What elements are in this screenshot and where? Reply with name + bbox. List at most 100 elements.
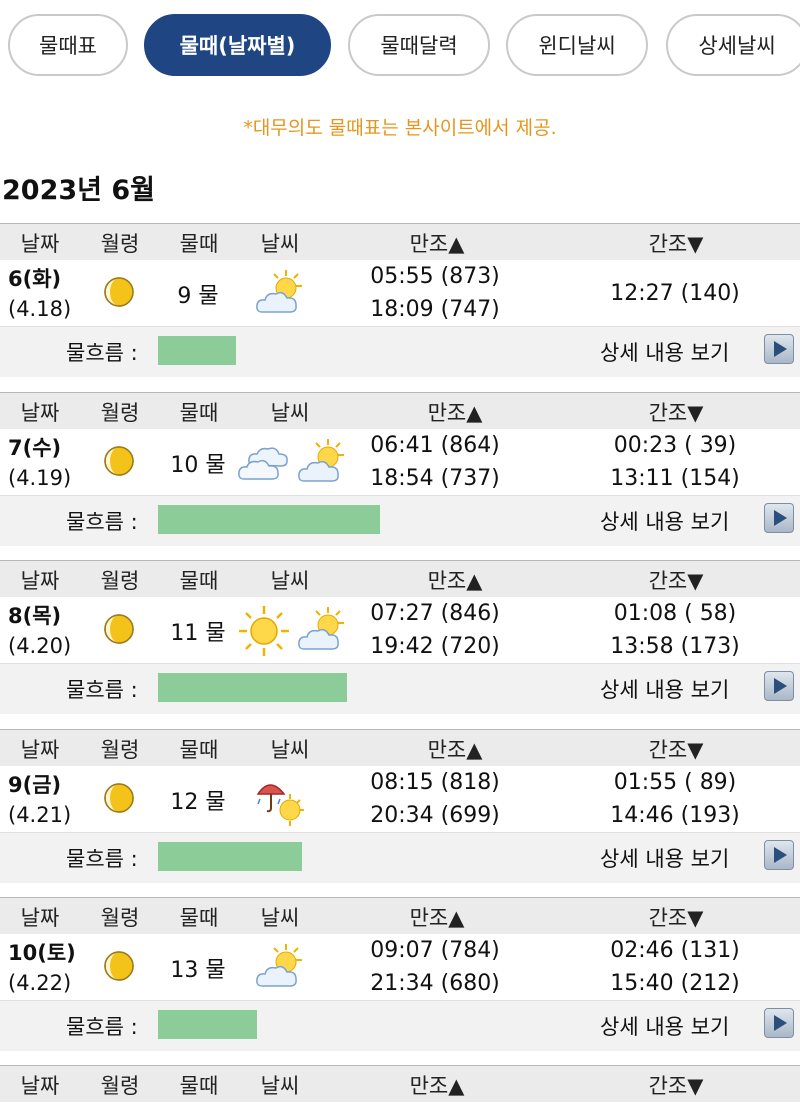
header-low: 간조▼ [649,397,704,427]
table-header: 날짜 월령 물때 날씨 만조▲ 간조▼ [0,561,800,597]
flow-bar [158,673,347,702]
flow-row: 물흐름 : 상세 내용 보기 [0,326,800,377]
low-tide-time: 01:08 ( 58) [613,601,737,626]
lunar-date: (4.19) [8,466,72,490]
high-tide-cell: 08:15 (818) 20:34 (699) [360,766,510,832]
low-tide-time: 01:55 ( 89) [613,770,737,795]
date-cell: 6(화) (4.18) [8,264,71,324]
header-low: 간조▼ [649,228,704,258]
header-low: 간조▼ [649,734,704,764]
moon-phase-icon [103,613,135,645]
table-row: 8(목) (4.20) 11 물 07:27 (846) 19:42 (720) … [0,597,800,663]
low-tide-cell: 01:55 ( 89) 14:46 (193) [600,766,750,832]
rain-sun-icon [252,772,308,832]
header-tide: 물때 [179,906,219,930]
header-weather: 날씨 [260,1074,300,1098]
detail-link[interactable]: 상세 내용 보기 [600,1011,729,1041]
high-tide-time: 06:41 (864) [370,433,500,458]
play-arrow-icon[interactable] [764,334,794,364]
header-high: 만조▲ [410,228,465,258]
date-cell: 10(토) (4.22) [8,938,76,998]
low-tide-time: 12:27 (140) [610,281,740,306]
header-low: 간조▼ [649,1070,704,1100]
header-tide: 물때 [179,569,219,593]
tab-tide-by-date[interactable]: 물때(날짜별) [144,14,331,76]
header-high-label: 만조 [409,232,449,256]
detail-link[interactable]: 상세 내용 보기 [600,506,729,536]
low-tide-time: 02:46 (131) [610,938,740,963]
play-arrow-icon[interactable] [764,671,794,701]
tab-windy-weather[interactable]: 윈디날씨 [506,14,648,76]
low-tide-cell: 01:08 ( 58) 13:58 (173) [600,597,750,663]
high-tide-time: 20:34 (699) [370,803,500,828]
high-tide-time: 18:54 (737) [370,466,500,491]
header-high: 만조▲ [428,397,483,427]
header-weather: 날씨 [260,232,300,256]
tab-tide-table[interactable]: 물때표 [8,14,128,76]
header-low-label: 간조 [648,738,688,762]
tab-tide-calendar[interactable]: 물때달력 [348,14,490,76]
high-arrow-icon: ▲ [448,1074,465,1098]
high-tide-cell: 05:55 (873) 18:09 (747) [360,260,510,326]
header-weather: 날씨 [260,906,300,930]
table-header: 날짜 월령 물때 날씨 만조▲ 간조▼ [0,730,800,766]
low-tide-cell: 02:46 (131) 15:40 (212) [600,934,750,1000]
high-arrow-icon: ▲ [466,569,483,593]
detail-link[interactable]: 상세 내용 보기 [600,337,729,367]
header-moon: 월령 [100,569,140,593]
tab-detailed-weather[interactable]: 상세날씨 [666,14,800,76]
moon-phase-icon [103,276,135,308]
header-weather: 날씨 [270,738,310,762]
weather-cell [236,603,348,659]
flow-bar [158,505,380,534]
flow-bar [158,336,236,365]
low-arrow-icon: ▼ [687,401,704,425]
flow-label: 물흐름 : [66,1015,138,1039]
flow-row: 물흐름 : 상세 내용 보기 [0,495,800,546]
flow-bar [158,1010,257,1039]
low-tide-time: 14:46 (193) [610,803,740,828]
table-header: 날짜 월령 물때 날씨 만조▲ 간조▼ [0,224,800,260]
header-weather: 날씨 [270,569,310,593]
high-tide-time: 18:09 (747) [370,297,500,322]
sunny-icon [236,603,292,663]
month-title: 2023년 6월 [2,175,156,206]
high-arrow-icon: ▲ [448,232,465,256]
high-arrow-icon: ▲ [466,738,483,762]
header-low: 간조▼ [649,902,704,932]
low-arrow-icon: ▼ [687,232,704,256]
tide-block: 날짜 월령 물때 날씨 만조▲ 간조▼ 10(토) (4.22) 13 물 09… [0,897,800,1051]
detail-link[interactable]: 상세 내용 보기 [600,843,729,873]
flow-label: 물흐름 : [66,678,138,702]
low-arrow-icon: ▼ [687,569,704,593]
low-tide-time: 15:40 (212) [610,971,740,996]
play-arrow-icon[interactable] [764,1008,794,1038]
flow-label: 물흐름 : [66,341,138,365]
header-high: 만조▲ [428,734,483,764]
header-date: 날짜 [20,906,60,930]
tide-number: 10 물 [170,453,226,478]
date-cell: 7(수) (4.19) [8,433,71,493]
header-high-label: 만조 [427,401,467,425]
detail-link[interactable]: 상세 내용 보기 [600,674,729,704]
low-arrow-icon: ▼ [687,906,704,930]
header-high-label: 만조 [427,738,467,762]
lunar-date: (4.22) [8,971,72,995]
high-tide-time: 09:07 (784) [370,938,500,963]
tide-block: 날짜 월령 물때 날씨 만조▲ 간조▼ 8(목) (4.20) 11 물 07:… [0,560,800,714]
table-header: 날짜 월령 물때 날씨 만조▲ 간조▼ [0,898,800,934]
low-tide-cell: 12:27 (140) [600,277,750,310]
play-arrow-icon[interactable] [764,503,794,533]
tide-block: 날짜 월령 물때 날씨 만조▲ 간조▼ 7(수) (4.19) 10 물 06:… [0,392,800,546]
low-tide-time: 13:58 (173) [610,634,740,659]
lunar-date: (4.21) [8,803,72,827]
high-tide-cell: 09:07 (784) 21:34 (680) [360,934,510,1000]
weather-cell [236,435,348,491]
play-arrow-icon[interactable] [764,840,794,870]
cloudy-icon [236,435,292,495]
partly-cloudy-icon [294,435,350,495]
day-label: 10(토) [8,941,76,965]
table-row: 7(수) (4.19) 10 물 06:41 (864) 18:54 (737) … [0,429,800,495]
tide-number: 11 물 [170,621,226,646]
lunar-date: (4.20) [8,634,72,658]
